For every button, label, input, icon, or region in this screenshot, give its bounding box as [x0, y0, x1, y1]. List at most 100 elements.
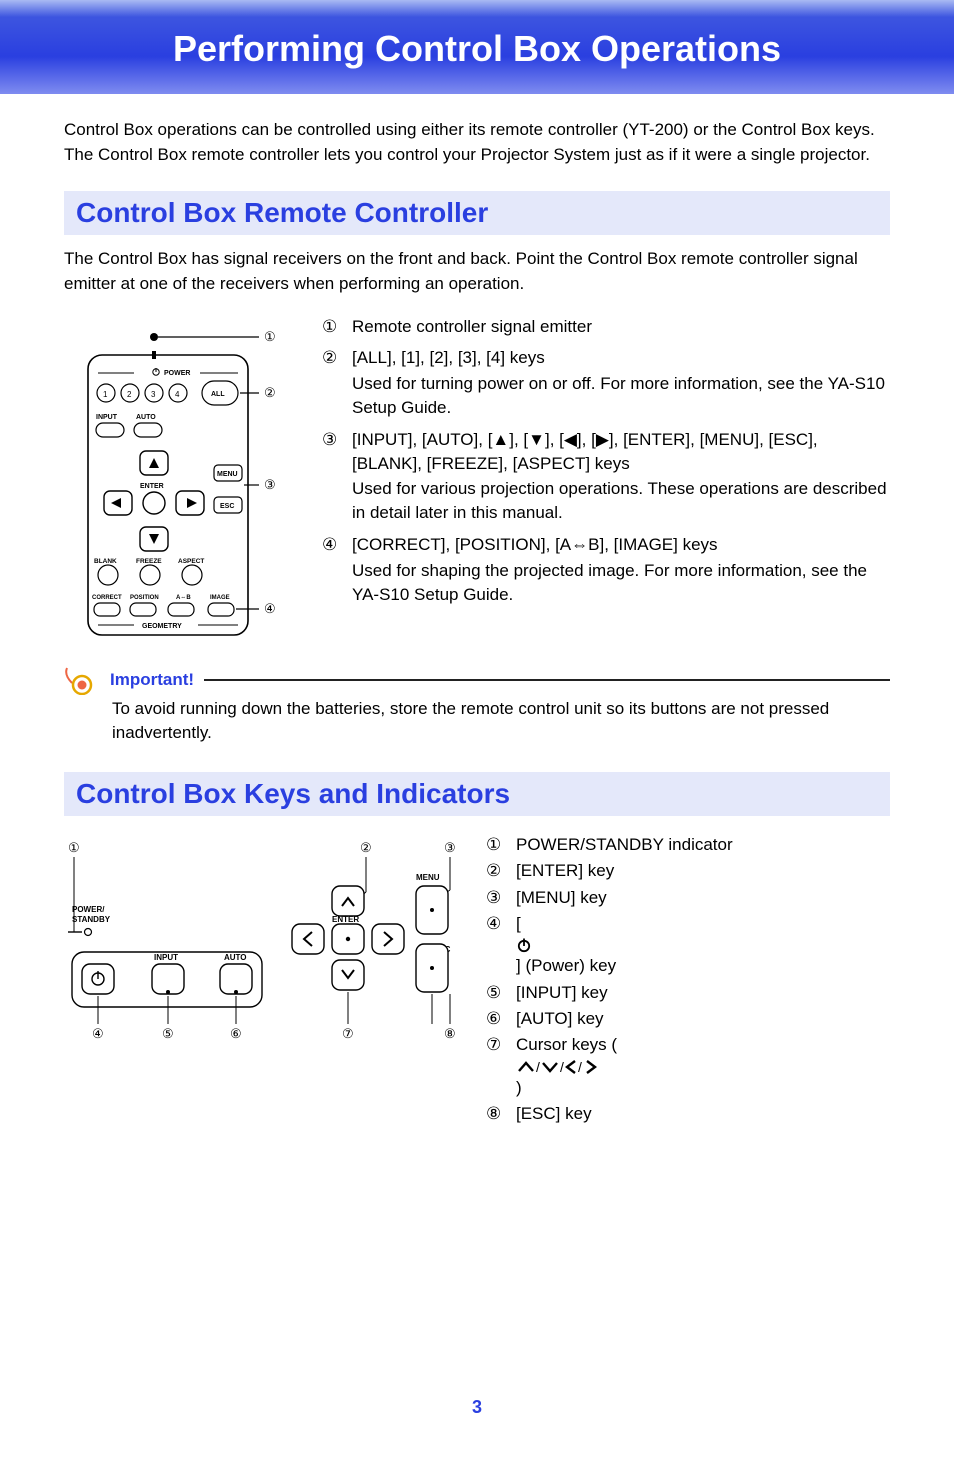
callout-text-suffix: ] (Power) key: [516, 956, 616, 975]
callout-number: ⑤: [486, 980, 506, 1006]
k-label-menu: MENU: [416, 873, 440, 882]
label-all: ALL: [211, 391, 225, 398]
label-blank: BLANK: [94, 558, 117, 565]
callout-title: [ALL], [1], [2], [3], [4] keys: [352, 346, 890, 370]
callout-text: [ ] (Power) key: [516, 911, 616, 980]
callout-text: [ESC] key: [516, 1101, 592, 1127]
remote-callout-1: ① Remote controller signal emitter: [322, 315, 890, 341]
callout-text: Cursor keys ( / / / ): [516, 1032, 617, 1101]
important-text: To avoid running down the batteries, sto…: [112, 697, 890, 746]
callout-title: Remote controller signal emitter: [352, 315, 592, 339]
remote-callout-4: ④ [CORRECT], [POSITION], [A⇔B], [IMAGE] …: [322, 533, 890, 608]
label-ab: A⇔B: [176, 595, 191, 601]
k-cnum6: ⑥: [230, 1026, 242, 1041]
power-icon: [516, 937, 532, 953]
k-cnum4: ④: [92, 1026, 104, 1041]
k-label-input: INPUT: [154, 953, 178, 962]
callout-text: [AUTO] key: [516, 1006, 604, 1032]
callout-text-prefix: [: [516, 914, 521, 933]
k-cnum2: ②: [360, 840, 372, 855]
divider: [204, 679, 890, 681]
key-callouts: ① POWER/STANDBY indicator ② [ENTER] key …: [486, 832, 890, 1127]
label-4: 4: [175, 390, 180, 399]
callout-text-suffix: ): [516, 1078, 522, 1097]
page-number: 3: [64, 1397, 890, 1418]
label-freeze: FREEZE: [136, 558, 162, 565]
remote-callouts: ① Remote controller signal emitter ② [AL…: [322, 315, 890, 615]
section-heading-remote: Control Box Remote Controller: [64, 191, 890, 235]
callout-num-3: ③: [264, 477, 276, 492]
svg-text:/: /: [578, 1059, 582, 1075]
label-esc: ESC: [220, 503, 234, 510]
remote-diagram: ① POWER: [64, 315, 294, 645]
label-menu: MENU: [217, 471, 238, 478]
callout-number: ⑦: [486, 1032, 506, 1101]
label-2: 2: [127, 390, 132, 399]
important-note: Important! To avoid running down the bat…: [64, 665, 890, 746]
page-title-banner: Performing Control Box Operations: [0, 0, 954, 94]
key-callout-4: ④ [ ] (Power) key: [486, 911, 890, 980]
key-callout-6: ⑥ [AUTO] key: [486, 1006, 890, 1032]
callout-text-prefix: Cursor keys (: [516, 1035, 617, 1054]
k-label-auto: AUTO: [224, 953, 247, 962]
svg-text:/: /: [536, 1059, 540, 1075]
callout-number: ④: [322, 533, 342, 608]
key-callout-7: ⑦ Cursor keys ( / / / ): [486, 1032, 890, 1101]
callout-num-2: ②: [264, 385, 276, 400]
callout-number: ⑥: [486, 1006, 506, 1032]
label-position: POSITION: [130, 595, 159, 601]
callout-number: ②: [322, 346, 342, 421]
remote-paragraph: The Control Box has signal receivers on …: [64, 247, 890, 296]
callout-number: ①: [486, 832, 506, 858]
remote-callout-2: ② [ALL], [1], [2], [3], [4] keys Used fo…: [322, 346, 890, 421]
important-icon: [64, 665, 100, 695]
k-cnum3: ③: [444, 840, 456, 855]
callout-number: ③: [322, 428, 342, 527]
callout-text: [MENU] key: [516, 885, 607, 911]
label-aspect: ASPECT: [178, 558, 204, 565]
callout-number: ⑧: [486, 1101, 506, 1127]
section-heading-keys: Control Box Keys and Indicators: [64, 772, 890, 816]
k-cnum5: ⑤: [162, 1026, 174, 1041]
remote-callout-3: ③ [INPUT], [AUTO], [▲], [▼], [◀], [▶], […: [322, 428, 890, 527]
key-callout-2: ② [ENTER] key: [486, 858, 890, 884]
label-power: POWER: [164, 370, 190, 377]
label-enter: ENTER: [140, 483, 164, 490]
key-callout-3: ③ [MENU] key: [486, 885, 890, 911]
label-input: INPUT: [96, 414, 118, 421]
callout-desc: Used for various projection operations. …: [352, 477, 890, 525]
svg-text:/: /: [560, 1059, 564, 1075]
page-title: Performing Control Box Operations: [173, 28, 781, 69]
label-image: IMAGE: [210, 595, 230, 601]
k-cnum7: ⑦: [342, 1026, 354, 1041]
keys-diagram: ① ② ③ POWER/ STANDBY: [64, 832, 464, 1042]
callout-text: POWER/STANDBY indicator: [516, 832, 733, 858]
intro-paragraph: Control Box operations can be controlled…: [64, 118, 890, 167]
label-correct: CORRECT: [92, 595, 122, 601]
key-callout-1: ① POWER/STANDBY indicator: [486, 832, 890, 858]
label-geometry: GEOMETRY: [142, 623, 182, 630]
label-3: 3: [151, 390, 156, 399]
callout-text: [INPUT] key: [516, 980, 608, 1006]
label-1: 1: [103, 390, 108, 399]
important-label: Important!: [110, 670, 194, 690]
callout-number: ③: [486, 885, 506, 911]
k-label-power-standby: POWER/ STANDBY: [72, 905, 111, 924]
callout-number: ②: [486, 858, 506, 884]
cursor-keys-icon: / / /: [516, 1059, 606, 1075]
k-cnum1: ①: [68, 840, 80, 855]
callout-title: [CORRECT], [POSITION], [A⇔B], [IMAGE] ke…: [352, 533, 890, 557]
callout-number: ①: [322, 315, 342, 341]
callout-title: [INPUT], [AUTO], [▲], [▼], [◀], [▶], [EN…: [352, 428, 890, 476]
k-label-enter: ENTER: [332, 915, 359, 924]
label-auto: AUTO: [136, 414, 156, 421]
callout-number: ④: [486, 911, 506, 980]
callout-desc: Used for shaping the projected image. Fo…: [352, 559, 890, 607]
key-callout-8: ⑧ [ESC] key: [486, 1101, 890, 1127]
callout-num-1: ①: [264, 329, 276, 344]
k-cnum8: ⑧: [444, 1026, 456, 1041]
key-callout-5: ⑤ [INPUT] key: [486, 980, 890, 1006]
callout-desc: Used for turning power on or off. For mo…: [352, 372, 890, 420]
callout-text: [ENTER] key: [516, 858, 614, 884]
callout-num-4: ④: [264, 601, 276, 616]
